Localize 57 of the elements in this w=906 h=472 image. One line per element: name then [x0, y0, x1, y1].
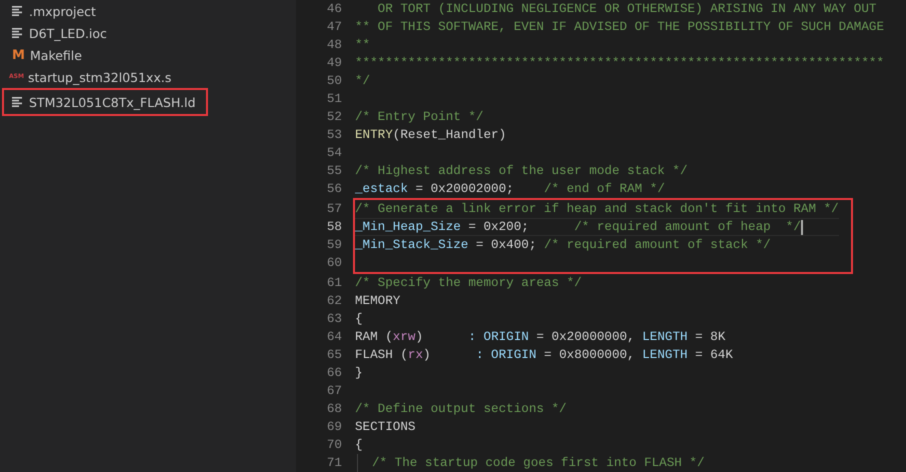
text-cursor: [800, 220, 803, 234]
file-item[interactable]: M Makefile: [2, 44, 94, 66]
line-number: 66: [326, 366, 343, 380]
file-item[interactable]: .mxproject: [2, 0, 108, 22]
code-line: {: [355, 438, 363, 452]
line-number: 52: [326, 110, 343, 124]
line-number: 46: [326, 2, 343, 16]
line-number: 57: [326, 202, 343, 216]
code-line: OR TORT (INCLUDING NEGLIGENCE OR OTHERWISE) ARISING IN ANY WAY OUT: [376, 2, 876, 16]
file-item[interactable]: STM32L051C8Tx_FLASH.ld: [2, 88, 208, 116]
code-line: _Min_Stack_Size = 0x400; /* required amount of stack */: [355, 238, 771, 252]
line-number: 48: [326, 38, 343, 52]
line-number: 64: [326, 330, 343, 344]
code-line: /* Define output sections */: [355, 402, 567, 416]
line-number: 53: [326, 128, 343, 142]
code-line: ENTRY(Reset_Handler): [355, 128, 506, 142]
line-number: 70: [326, 438, 343, 452]
code-line: RAM (xrw) : ORIGIN = 0x20000000, LENGTH = 8K: [355, 330, 726, 344]
line-number: 51: [326, 92, 343, 106]
makefile-icon: M: [12, 48, 23, 62]
code-line: /* Entry Point */: [355, 110, 484, 124]
code-line: /* Specify the memory areas */: [355, 276, 582, 290]
file-lines-icon: [12, 6, 22, 16]
code-line: {: [355, 312, 363, 326]
line-number: 68: [326, 402, 343, 416]
code-line: /* Highest address of the user mode stack */: [355, 164, 688, 178]
code-line: ** OF THIS SOFTWARE, EVEN IF ADVISED OF THE POSSIBILITY OF SUCH DAMAGE: [355, 20, 884, 34]
line-number: 54: [326, 146, 343, 160]
code-line: /* The startup code goes first into FLASH */: [372, 456, 705, 470]
line-number: 67: [326, 384, 343, 398]
line-number: 60: [326, 256, 343, 270]
code-line: _Min_Heap_Size = 0x200; /* required amount of heap */: [355, 220, 803, 234]
line-number: 49: [326, 56, 343, 70]
file-item[interactable]: D6T_LED.ioc: [2, 22, 119, 44]
line-number: 61: [326, 276, 343, 290]
code-line: */: [355, 74, 370, 88]
line-number: 50: [326, 74, 343, 88]
line-number: 63: [326, 312, 343, 326]
code-line: _estack = 0x20002000; /* end of RAM */: [355, 182, 665, 196]
line-number: 56: [326, 182, 343, 196]
file-lines-icon: [12, 97, 22, 107]
code-line: /* Generate a link error if heap and stack don't fit into RAM */: [355, 202, 839, 216]
line-number: 55: [326, 164, 343, 178]
code-line: MEMORY: [355, 294, 400, 308]
code-line: **: [355, 38, 370, 52]
line-number: 65: [326, 348, 343, 362]
line-number: 47: [326, 20, 343, 34]
line-number: 62: [326, 294, 343, 308]
file-lines-icon: [12, 28, 22, 38]
code-line: **********************************************************************: [355, 56, 884, 70]
code-line: }: [355, 366, 363, 380]
line-number: 59: [326, 238, 343, 252]
line-number: 58: [326, 220, 343, 234]
line-number: 69: [326, 420, 343, 434]
code-line: FLASH (rx) : ORIGIN = 0x8000000, LENGTH = 64K: [355, 348, 733, 362]
code-line: SECTIONS: [355, 420, 416, 434]
line-number: 71: [326, 456, 343, 470]
